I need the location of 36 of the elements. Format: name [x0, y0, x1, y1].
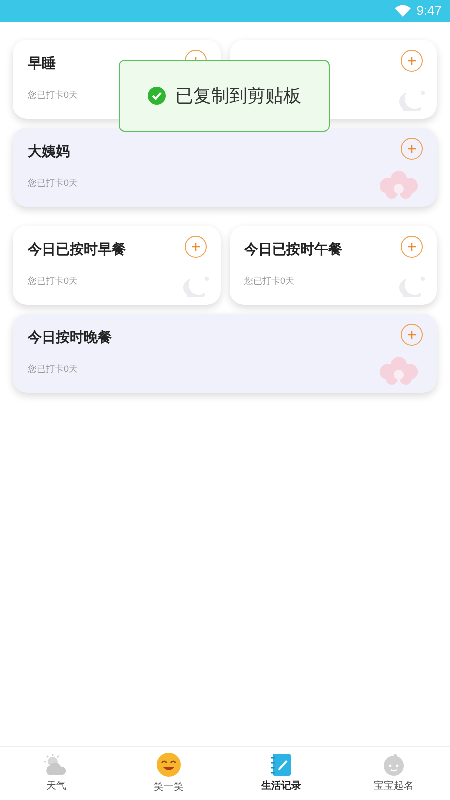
add-button[interactable] [401, 50, 423, 72]
notebook-icon [270, 753, 292, 777]
plus-icon [407, 56, 417, 66]
add-button[interactable] [184, 236, 206, 258]
flower-icon [379, 357, 419, 385]
checkin-count: 您已打卡0天 [28, 89, 78, 102]
habit-title: 大姨妈 [28, 142, 70, 161]
plus-icon [407, 144, 417, 154]
habit-title: 今日已按时午餐 [244, 240, 342, 259]
habit-card[interactable]: 今日已按时早餐 您已打卡0天 [13, 226, 220, 305]
checkin-count: 您已打卡0天 [244, 275, 295, 288]
plus-icon [190, 242, 200, 252]
checkin-count: 您已打卡0天 [28, 363, 78, 376]
add-button[interactable] [401, 138, 423, 160]
nav-tab[interactable]: 天气 [0, 753, 112, 794]
status-time: 9:47 [416, 2, 442, 20]
habit-title: 今日已按时早餐 [28, 240, 126, 259]
flower-icon [379, 171, 419, 199]
nav-tab[interactable]: 宝宝起名 [338, 753, 450, 794]
habit-title: 早睡 [28, 54, 56, 73]
baby-face-icon [382, 753, 406, 777]
nav-tab[interactable]: 生活记录 [225, 753, 338, 794]
checkin-count: 您已打卡0天 [28, 177, 78, 190]
check-icon [148, 87, 166, 105]
habit-card[interactable]: 今日按时晚餐 您已打卡0天 [13, 314, 437, 393]
wifi-icon [394, 5, 411, 17]
smiley-icon [156, 752, 182, 778]
habit-title: 今日按时晚餐 [28, 328, 112, 347]
nav-tab[interactable]: 笑一笑 [112, 752, 225, 795]
habit-card[interactable]: 今日已按时午餐 您已打卡0天 [230, 226, 437, 305]
add-button[interactable] [401, 236, 423, 258]
add-button[interactable] [401, 324, 423, 346]
habit-card[interactable]: 大姨妈 您已打卡0天 [13, 128, 437, 207]
plus-icon [407, 242, 417, 252]
plus-icon [407, 330, 417, 340]
checkin-count: 您已打卡0天 [28, 275, 78, 288]
